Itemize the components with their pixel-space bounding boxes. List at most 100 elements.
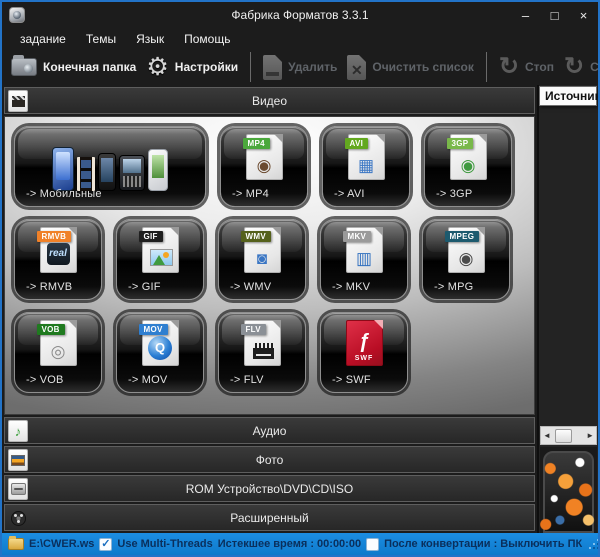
format-label: -> SWF (332, 374, 371, 386)
picture-glyph (150, 249, 173, 266)
title-bar: Фабрика Форматов 3.3.1 – □ × (2, 2, 598, 28)
rmvb-file-icon: RMVB real (40, 227, 77, 273)
folder-icon (11, 58, 37, 76)
avi-file-icon: AVI ▦ (348, 134, 385, 180)
toolbar-separator (486, 52, 487, 82)
format-label: -> WMV (230, 281, 271, 293)
final-folder-label: Конечная папка (43, 60, 136, 74)
file-badge: FLV (241, 324, 266, 335)
flash-f-glyph: ƒ (347, 333, 382, 351)
delete-label: Удалить (288, 60, 337, 74)
app-window: Фабрика Форматов 3.3.1 – □ × задание Тем… (0, 0, 600, 557)
file-badge: RMVB (37, 231, 72, 242)
menu-language[interactable]: Язык (126, 28, 174, 49)
rom-section-header[interactable]: ROM Устройство\DVD\CD\ISO (4, 475, 535, 502)
film-reel-icon (11, 511, 26, 526)
clapperboard-icon (12, 96, 25, 107)
gif-file-icon: GIF (142, 227, 179, 273)
format-button-flv[interactable]: FLV -> FLV (218, 312, 306, 393)
format-button-vob[interactable]: VOB ◎ -> VOB (14, 312, 102, 393)
swf-flash-icon: ƒ SWF (346, 320, 383, 366)
audio-section-header[interactable]: ♪ Аудио (4, 417, 535, 444)
music-note-icon: ♪ (15, 425, 22, 438)
file-badge: MOV (139, 324, 168, 335)
shutdown-checkbox[interactable] (366, 538, 379, 551)
grid-row: -> Мобильные MP4 ◉ -> MP4 AVI ▦ (14, 126, 525, 207)
final-folder-button[interactable]: Конечная папка (6, 51, 141, 83)
format-button-rmvb[interactable]: RMVB real -> RMVB (14, 219, 102, 300)
scroll-right-icon[interactable]: ► (586, 431, 594, 440)
window-title: Фабрика Форматов 3.3.1 (2, 8, 598, 22)
toolbar-separator (250, 52, 251, 82)
photo-doc-icon (8, 449, 28, 471)
file-badge: WMV (241, 231, 271, 242)
film-reel-glyph: ◉ (247, 157, 282, 175)
vob-file-icon: VOB ◎ (40, 320, 77, 366)
format-label: -> Мобильные (26, 188, 102, 200)
file-badge: MPEG (445, 231, 480, 242)
delete-button[interactable]: Удалить (258, 51, 342, 83)
phone-icon (119, 155, 145, 191)
clear-list-button[interactable]: Очистить список (342, 51, 479, 83)
advanced-section-label: Расширенный (230, 511, 309, 525)
phone-icon (52, 147, 74, 191)
settings-button[interactable]: ⚙ Настройки (141, 51, 243, 83)
scroll-left-icon[interactable]: ◄ (543, 431, 551, 440)
filmstrip-glyph: ▥ (347, 250, 382, 268)
video-doc-icon (8, 90, 28, 112)
photo-section-label: Фото (256, 453, 284, 467)
format-label: -> MKV (332, 281, 370, 293)
graffiti-art (540, 447, 597, 533)
mp4-file-icon: MP4 ◉ (246, 134, 283, 180)
format-label: -> 3GP (436, 188, 472, 200)
realplayer-glyph: real (47, 243, 70, 265)
camcorder-glyph: ◙ (245, 250, 280, 268)
settings-label: Настройки (175, 60, 238, 74)
video-section-header[interactable]: Видео (4, 87, 535, 114)
start-button[interactable]: ↻ Старт (559, 51, 598, 83)
stop-button[interactable]: ↻ Стоп (494, 51, 559, 83)
format-button-mobile[interactable]: -> Мобильные (14, 126, 206, 207)
format-button-mkv[interactable]: MKV ▥ -> MKV (320, 219, 408, 300)
format-panel: Видео -> Мобильные (2, 85, 537, 533)
start-cycle-icon: ↻ (564, 55, 584, 79)
scrollbar-thumb[interactable] (555, 429, 572, 443)
format-button-mpg[interactable]: MPEG ◉ -> MPG (422, 219, 510, 300)
menu-task[interactable]: задание (10, 28, 76, 49)
multithreads-checkbox[interactable]: ✓ (99, 538, 112, 551)
format-label: -> AVI (334, 188, 365, 200)
rom-section-label: ROM Устройство\DVD\CD\ISO (186, 482, 353, 496)
menu-themes[interactable]: Темы (76, 28, 126, 49)
file-badge: 3GP (447, 138, 474, 149)
after-convert-label: После конвертации : Выключить ПК (384, 538, 582, 550)
format-label: -> FLV (230, 374, 264, 386)
advanced-section-header[interactable]: Расширенный (4, 504, 535, 531)
format-button-wmv[interactable]: WMV ◙ -> WMV (218, 219, 306, 300)
clapperboard-glyph (253, 343, 274, 359)
phone-icon (98, 153, 116, 191)
horizontal-scrollbar[interactable]: ◄ ► (540, 426, 597, 445)
format-button-mp4[interactable]: MP4 ◉ -> MP4 (220, 126, 308, 207)
start-label: Старт (590, 60, 598, 74)
menu-help[interactable]: Помощь (174, 28, 240, 49)
format-button-swf[interactable]: ƒ SWF -> SWF (320, 312, 408, 393)
grid-row: RMVB real -> RMVB GIF -> GIF (14, 219, 525, 300)
mobile-phones-icon (15, 135, 205, 191)
task-side-panel: Источник ◄ ► (537, 85, 598, 533)
output-folder-icon[interactable] (8, 538, 24, 550)
file-badge: SWF (347, 355, 382, 362)
format-button-3gp[interactable]: 3GP ◉ -> 3GP (424, 126, 512, 207)
format-button-avi[interactable]: AVI ▦ -> AVI (322, 126, 410, 207)
resize-grip[interactable] (589, 539, 598, 549)
3gp-file-icon: 3GP ◉ (450, 134, 487, 180)
file-badge: MP4 (243, 138, 270, 149)
format-button-gif[interactable]: GIF -> GIF (116, 219, 204, 300)
photo-icon (11, 455, 25, 466)
format-label: -> MP4 (232, 188, 269, 200)
photo-section-header[interactable]: Фото (4, 446, 535, 473)
source-tooltip: Источник (539, 86, 597, 106)
file-badge: AVI (345, 138, 369, 149)
format-button-mov[interactable]: MOV Q -> MOV (116, 312, 204, 393)
output-path[interactable]: E:\CWER.ws (29, 538, 94, 550)
disc-glyph: ◎ (41, 343, 76, 361)
